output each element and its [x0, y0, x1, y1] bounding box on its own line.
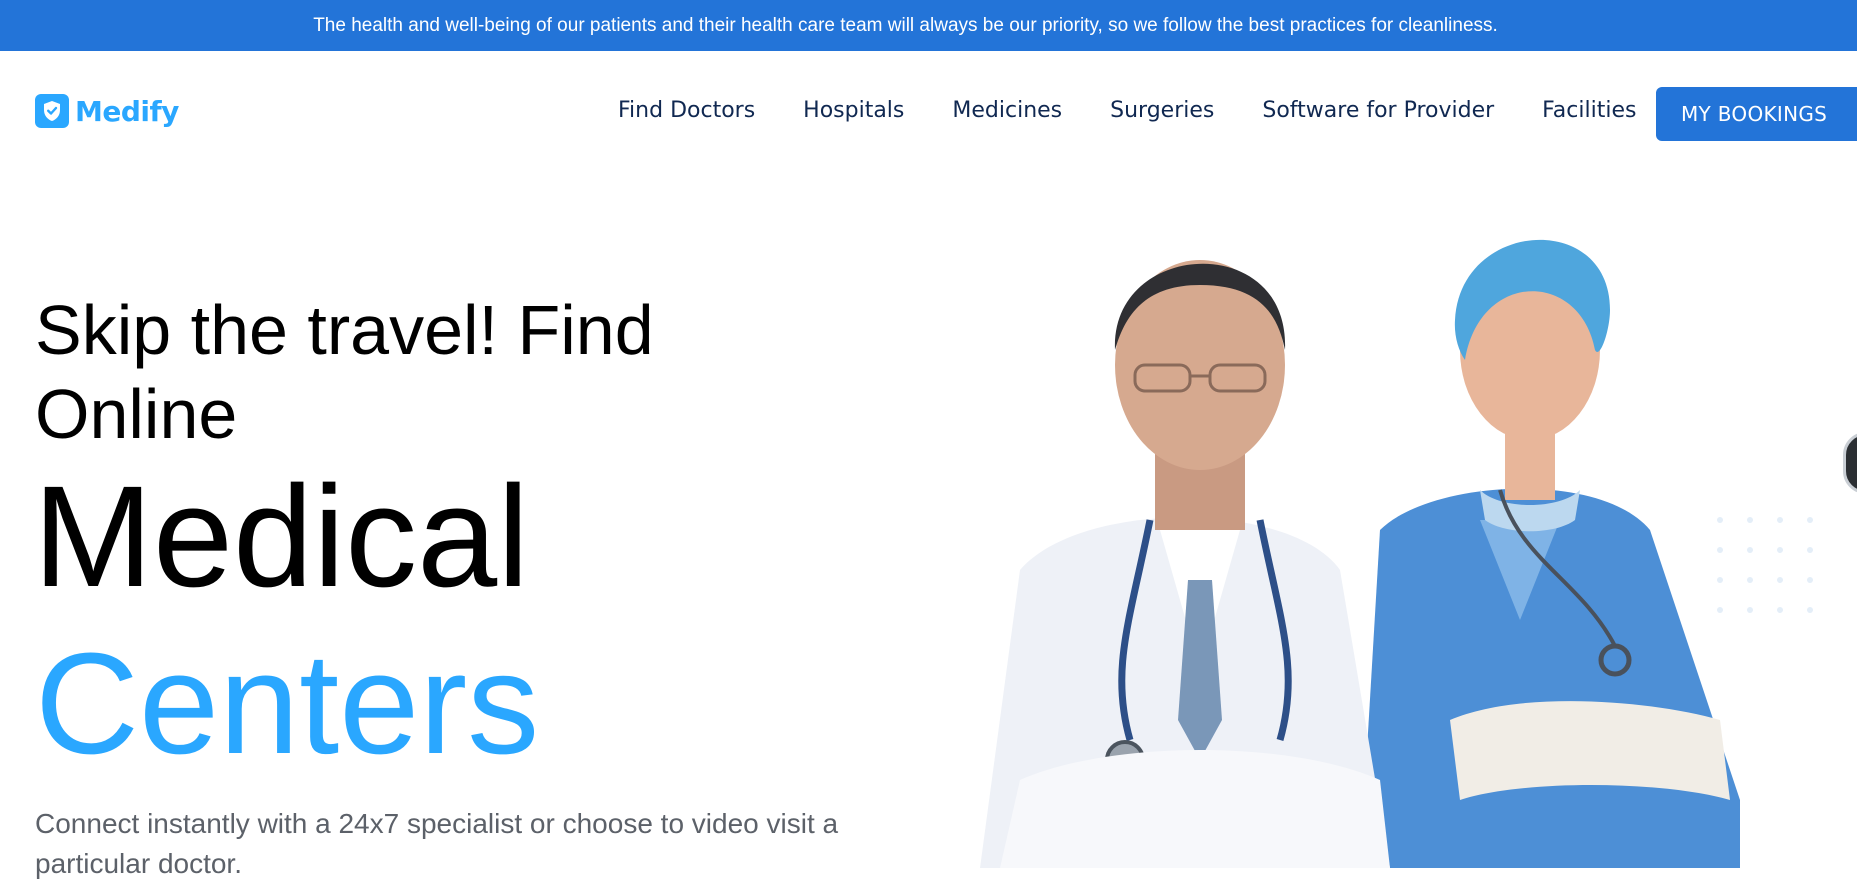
nurse-figure [1360, 239, 1740, 868]
hero-title-centers: Centers [35, 623, 540, 784]
main-nav: Find Doctors Hospitals Medicines Surgeri… [618, 98, 1636, 123]
hero-description: Connect instantly with a 24x7 specialist… [35, 808, 839, 879]
nav-surgeries[interactable]: Surgeries [1110, 98, 1214, 123]
announcement-text: The health and well-being of our patient… [313, 14, 1498, 36]
nav-medicines[interactable]: Medicines [952, 98, 1062, 123]
my-bookings-button[interactable]: MY BOOKINGS [1656, 87, 1857, 141]
nav-find-doctors[interactable]: Find Doctors [618, 98, 755, 123]
nav-hospitals[interactable]: Hospitals [803, 98, 904, 123]
nav-facilities[interactable]: Facilities [1542, 98, 1636, 123]
doctor-and-nurse-photo [960, 200, 1857, 868]
nav-software-for-provider[interactable]: Software for Provider [1262, 98, 1494, 123]
shield-check-icon [35, 94, 69, 128]
logo[interactable]: Medify [35, 93, 179, 129]
doctor-figure [980, 260, 1390, 868]
announcement-bar: The health and well-being of our patient… [0, 0, 1857, 51]
brand-name: Medify [75, 94, 179, 128]
hero-subtitle: Skip the travel! Find Online [35, 291, 654, 453]
hero-title-medical: Medical [33, 456, 530, 617]
